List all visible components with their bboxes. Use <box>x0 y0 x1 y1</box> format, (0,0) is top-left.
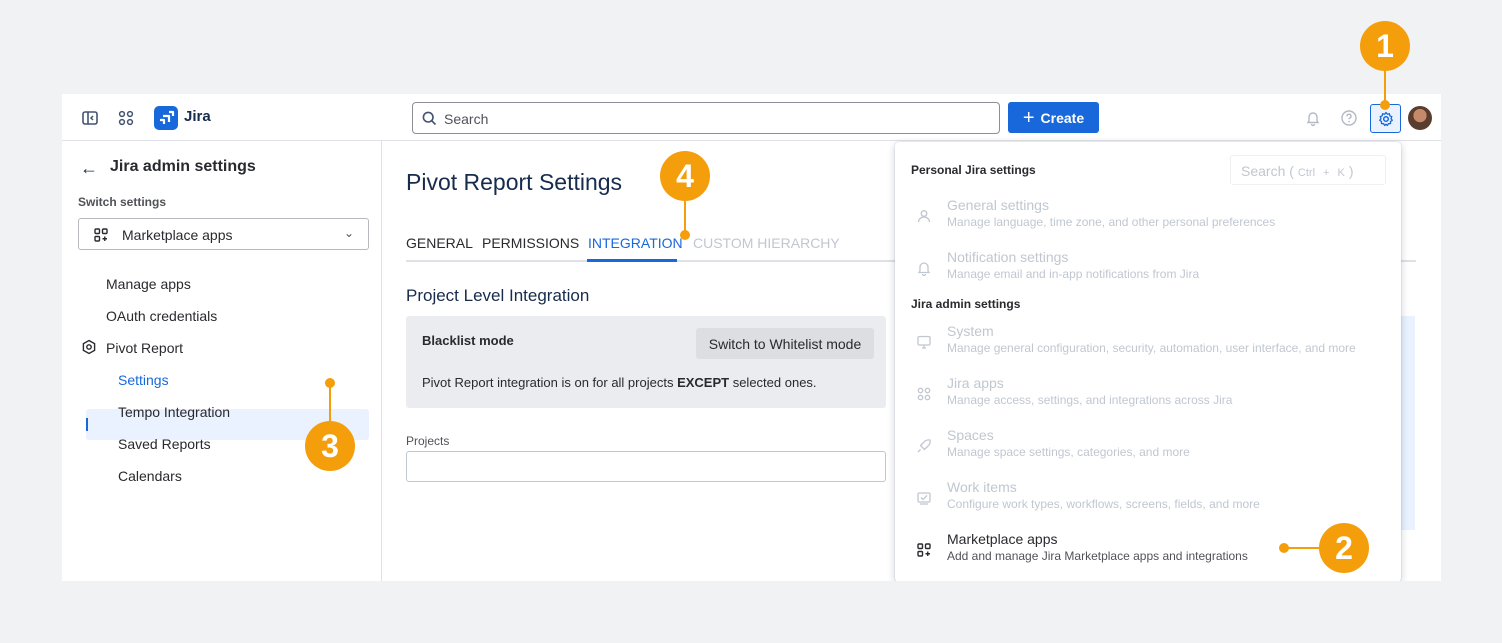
sidebar-item-oauth-credentials[interactable]: OAuth credentials <box>106 308 217 324</box>
top-navigation-bar: Jira Search + Create <box>62 94 1441 141</box>
sidebar-toggle-icon[interactable] <box>78 106 102 130</box>
sidebar-active-indicator <box>86 418 88 431</box>
section-title: Project Level Integration <box>406 286 590 305</box>
settings-select-value: Marketplace apps <box>122 227 233 243</box>
settings-dropdown-menu: Personal Jira settings Search (Ctrl + K) G… <box>895 142 1401 581</box>
callout-2: 2 <box>1319 523 1369 573</box>
sidebar-item-calendars[interactable]: Calendars <box>118 468 182 484</box>
sidebar-item-pivot-report[interactable]: Pivot Report <box>106 340 183 356</box>
menu-item-work-items[interactable]: Work items Configure work types, workflo… <box>911 479 1391 529</box>
sidebar-item-settings[interactable]: Settings <box>118 372 169 388</box>
app-switcher-icon[interactable] <box>114 106 138 130</box>
help-icon[interactable] <box>1337 106 1361 130</box>
notifications-bell-icon[interactable] <box>1301 106 1325 130</box>
integration-mode-panel: Blacklist mode Switch to Whitelist mode … <box>406 316 886 408</box>
callout-3-line <box>329 384 331 421</box>
tab-general[interactable]: GENERAL <box>406 235 473 251</box>
app-name[interactable]: Jira <box>184 108 211 125</box>
callout-2-line <box>1288 547 1320 549</box>
page-title: Pivot Report Settings <box>406 169 623 195</box>
settings-select[interactable]: Marketplace apps ⌄ <box>78 218 369 250</box>
integration-description: Pivot Report integration is on for all p… <box>422 375 817 390</box>
hexagon-icon <box>82 339 96 355</box>
callout-3-dot <box>325 378 335 388</box>
callout-4: 4 <box>660 151 710 201</box>
callout-1-dot <box>1380 100 1390 110</box>
marketplace-apps-icon <box>94 228 108 242</box>
search-placeholder: Search <box>444 111 489 127</box>
back-arrow-icon[interactable]: ← <box>80 158 98 179</box>
monitor-icon <box>915 333 933 351</box>
create-button[interactable]: + Create <box>1008 102 1099 133</box>
plus-icon: + <box>1022 106 1035 129</box>
jira-app: Jira Search + Create ← Jira admin settin… <box>62 94 1441 581</box>
menu-item-spaces[interactable]: Spaces Manage space settings, categories… <box>911 427 1391 477</box>
menu-search-placeholder: Search (Ctrl + K) <box>1241 163 1354 179</box>
switch-to-whitelist-button[interactable]: Switch to Whitelist mode <box>696 328 874 359</box>
menu-item-notification-settings[interactable]: Notification settings Manage email and i… <box>911 249 1391 299</box>
chevron-down-icon: ⌄ <box>343 226 354 240</box>
bell-icon <box>915 259 933 277</box>
marketplace-apps-icon <box>915 541 933 559</box>
menu-search-input[interactable]: Search (Ctrl + K) <box>1230 155 1386 185</box>
menu-item-marketplace-apps[interactable]: Marketplace apps Add and manage Jira Mar… <box>911 531 1391 581</box>
menu-item-general-settings[interactable]: General settings Manage language, time z… <box>911 197 1391 247</box>
projects-label: Projects <box>406 434 450 448</box>
callout-4-dot <box>680 230 690 240</box>
rocket-icon <box>915 437 933 455</box>
sidebar-title: Jira admin settings <box>110 158 256 175</box>
admin-sidebar: ← Jira admin settings Switch settings Ma… <box>62 141 382 581</box>
sidebar-item-saved-reports[interactable]: Saved Reports <box>118 436 211 452</box>
active-tab-underline <box>587 259 677 262</box>
jira-logo-icon[interactable] <box>154 106 178 130</box>
mode-label: Blacklist mode <box>422 333 514 348</box>
projects-input[interactable] <box>406 451 886 482</box>
tab-integration[interactable]: INTEGRATION <box>588 235 683 251</box>
callout-2-dot <box>1279 543 1289 553</box>
work-items-icon <box>915 489 933 507</box>
sidebar-item-tempo-integration[interactable]: Tempo Integration <box>118 404 230 420</box>
admin-settings-heading: Jira admin settings <box>911 297 1021 311</box>
apps-grid-icon <box>915 385 933 403</box>
tab-permissions[interactable]: PERMISSIONS <box>482 235 579 251</box>
tab-custom-hierarchy[interactable]: CUSTOM HIERARCHY <box>693 235 840 251</box>
menu-item-system[interactable]: System Manage general configuration, sec… <box>911 323 1391 373</box>
sidebar-item-manage-apps[interactable]: Manage apps <box>106 276 191 292</box>
callout-3: 3 <box>305 421 355 471</box>
callout-1: 1 <box>1360 21 1410 71</box>
person-icon <box>915 207 933 225</box>
search-input[interactable]: Search <box>412 102 1000 134</box>
menu-item-jira-apps[interactable]: Jira apps Manage access, settings, and i… <box>911 375 1391 425</box>
switch-settings-label: Switch settings <box>78 195 167 209</box>
user-avatar[interactable] <box>1408 106 1432 130</box>
search-icon <box>422 111 437 126</box>
gear-icon <box>1378 111 1393 126</box>
personal-settings-heading: Personal Jira settings <box>911 163 1036 177</box>
create-label: Create <box>1040 109 1085 126</box>
